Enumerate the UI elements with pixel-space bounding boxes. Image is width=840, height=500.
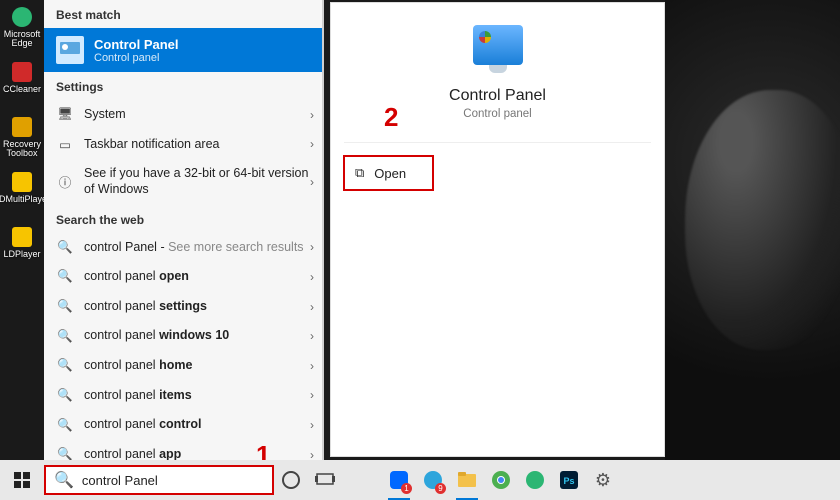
chevron-right-icon: › [310,300,314,314]
chevron-right-icon: › [310,175,314,189]
desktop-icon[interactable]: LDPlayer [0,220,44,275]
web-label: control panel control [84,417,312,433]
preview-title: Control Panel [449,87,546,105]
search-icon: 🔍 [56,418,74,433]
svg-text:Ps: Ps [563,476,574,486]
web-label: control panel items [84,388,312,404]
search-icon: 🔍 [56,388,74,403]
web-header: Search the web [44,205,324,233]
web-result[interactable]: 🔍 control panel windows 10 › [44,321,324,351]
chevron-right-icon: › [310,329,314,343]
settings-label: System [84,107,312,123]
settings-label: Taskbar notification area [84,137,312,153]
web-result[interactable]: 🔍 control panel control › [44,410,324,440]
settings-header: Settings [44,72,324,100]
search-icon: 🔍 [54,470,74,490]
web-result[interactable]: 🔍 control panel home › [44,351,324,381]
desktop-icons-column: Microsoft Edge CCleaner Recovery Toolbox… [0,0,44,460]
control-panel-icon [56,36,84,64]
web-result[interactable]: 🔍 control panel open › [44,262,324,292]
chevron-right-icon: › [310,270,314,284]
settings-result-system[interactable]: 🖥 System › [44,100,324,130]
taskview-icon[interactable] [308,460,342,500]
monitor-icon: 🖥 [56,107,74,122]
web-result[interactable]: 🔍 control panel items › [44,381,324,411]
open-label: Open [374,166,406,181]
preview-subtitle: Control panel [463,108,531,120]
search-input[interactable] [82,473,264,488]
search-icon: 🔍 [56,329,74,344]
cortana-icon[interactable] [274,460,308,500]
start-button[interactable] [0,460,44,500]
taskbar-app-telegram[interactable]: 9 [416,460,450,500]
best-match-title: Control Panel [94,37,179,52]
chevron-right-icon: › [310,388,314,402]
best-match-result[interactable]: Control Panel Control panel [44,28,324,72]
taskbar-search-box[interactable]: 🔍 [44,465,274,495]
web-label: control panel settings [84,299,312,315]
desktop-icon-label: LDMultiPlayer [0,195,50,204]
divider [344,142,650,143]
result-preview-panel: Control Panel Control panel ⧉ Open [330,2,665,457]
web-result[interactable]: 🔍 control Panel - See more search result… [44,233,324,263]
desktop-icon[interactable]: LDMultiPlayer [0,165,44,220]
control-panel-large-icon [473,25,523,65]
desktop-icon-label: CCleaner [3,85,41,94]
settings-result-32-64bit[interactable]: ⓘ See if you have a 32-bit or 64-bit ver… [44,159,324,204]
desktop-wallpaper [665,0,840,460]
web-label: control panel home [84,358,312,374]
chevron-right-icon: › [310,240,314,254]
badge: 1 [401,483,412,494]
desktop-icon[interactable]: Recovery Toolbox [0,110,44,165]
desktop-icon[interactable]: Microsoft Edge [0,0,44,55]
chevron-right-icon: › [310,108,314,122]
search-icon: 🔍 [56,358,74,373]
web-label: control panel windows 10 [84,328,312,344]
start-search-panel: Best match Control Panel Control panel S… [44,0,324,460]
badge: 9 [435,483,446,494]
taskbar-app-edge[interactable] [518,460,552,500]
taskbar-icon: ▭ [56,137,74,152]
taskbar-settings-icon[interactable]: ⚙ [586,460,620,500]
desktop-icon-label: LDPlayer [3,250,40,259]
search-icon: 🔍 [56,299,74,314]
desktop-icon-label: Recovery Toolbox [0,140,44,158]
best-match-header: Best match [44,0,324,28]
search-icon: 🔍 [56,240,74,255]
desktop-icon[interactable]: CCleaner [0,55,44,110]
search-icon: 🔍 [56,269,74,284]
web-label: control panel open [84,269,312,285]
open-action[interactable]: ⧉ Open [343,155,434,191]
settings-result-taskbar-area[interactable]: ▭ Taskbar notification area › [44,130,324,160]
desktop-icon-label: Microsoft Edge [0,30,44,48]
taskbar-app-photoshop[interactable]: Ps [552,460,586,500]
annotation-2: 2 [384,102,398,133]
chevron-right-icon: › [310,137,314,151]
open-icon: ⧉ [355,165,364,181]
chevron-right-icon: › [310,418,314,432]
best-match-subtitle: Control panel [94,52,179,64]
info-icon: ⓘ [56,172,74,191]
settings-label: See if you have a 32-bit or 64-bit versi… [84,166,312,197]
web-result[interactable]: 🔍 control panel settings › [44,292,324,322]
web-label: control Panel - See more search results [84,240,312,256]
taskbar-app-chrome[interactable] [484,460,518,500]
taskbar-app-zalo[interactable]: 1 [382,460,416,500]
taskbar: 🔍 1 9 Ps ⚙ [0,460,840,500]
gear-icon: ⚙ [595,470,611,491]
chevron-right-icon: › [310,359,314,373]
taskbar-app-explorer[interactable] [450,460,484,500]
